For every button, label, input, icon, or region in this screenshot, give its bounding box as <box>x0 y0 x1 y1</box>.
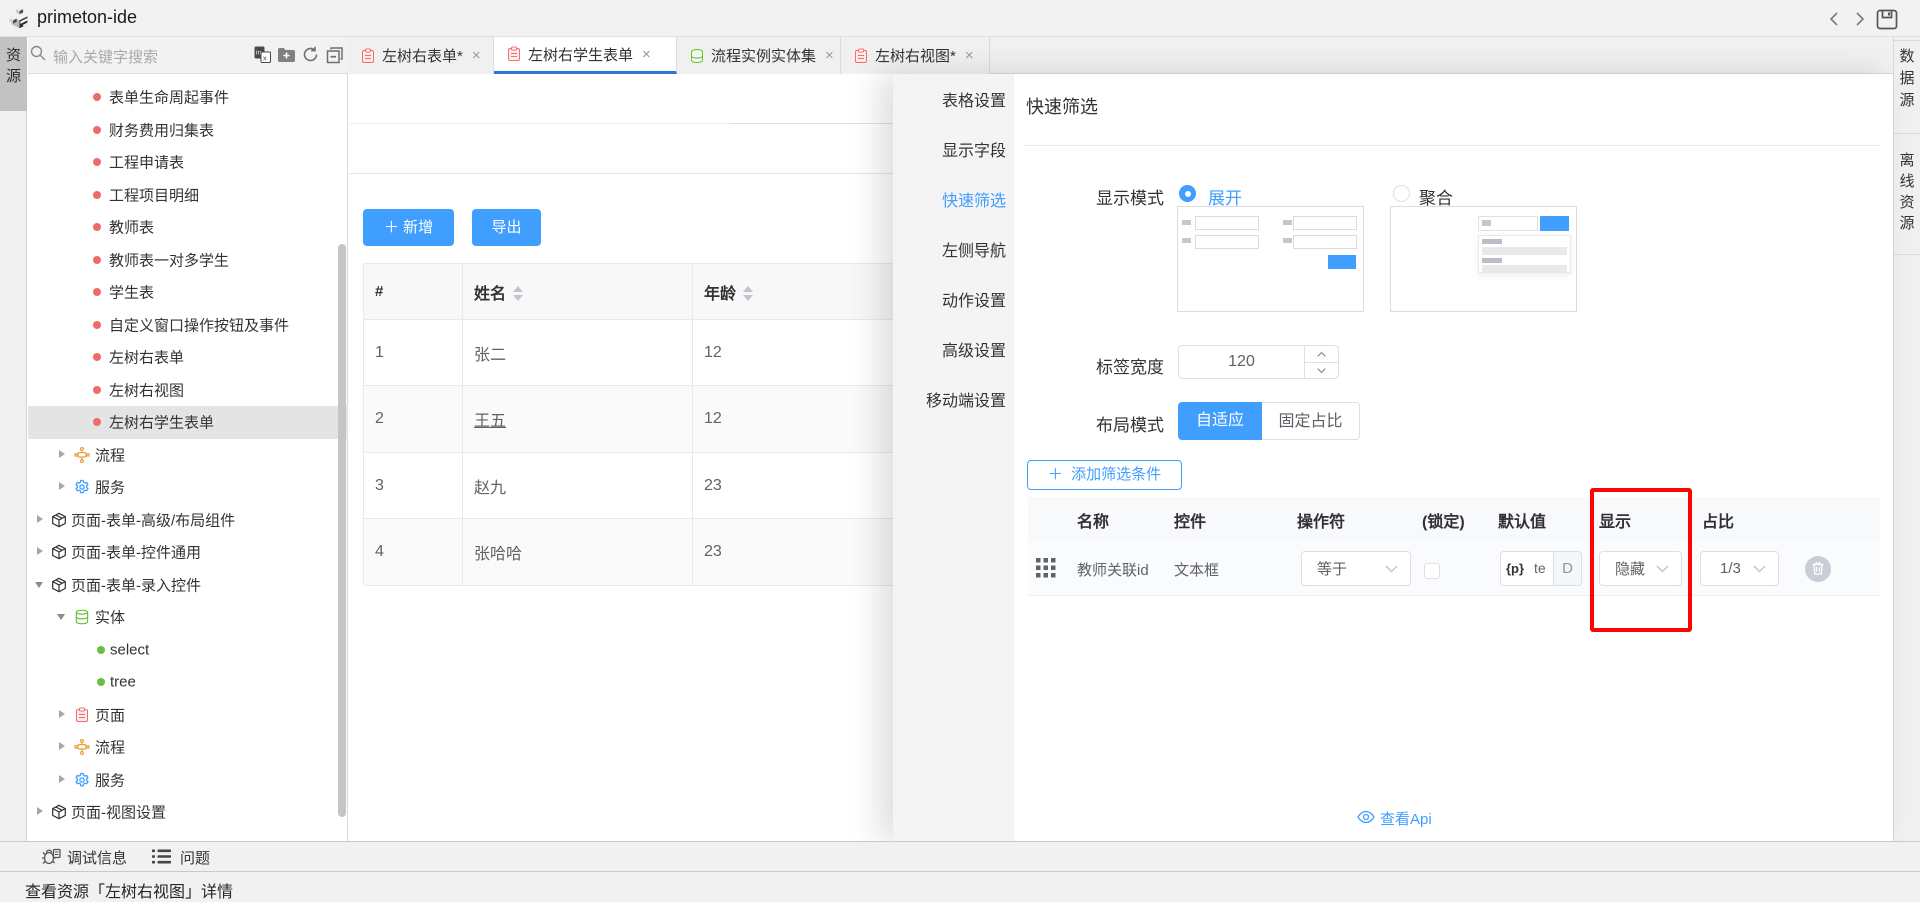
svg-text:x: x <box>263 56 267 63</box>
